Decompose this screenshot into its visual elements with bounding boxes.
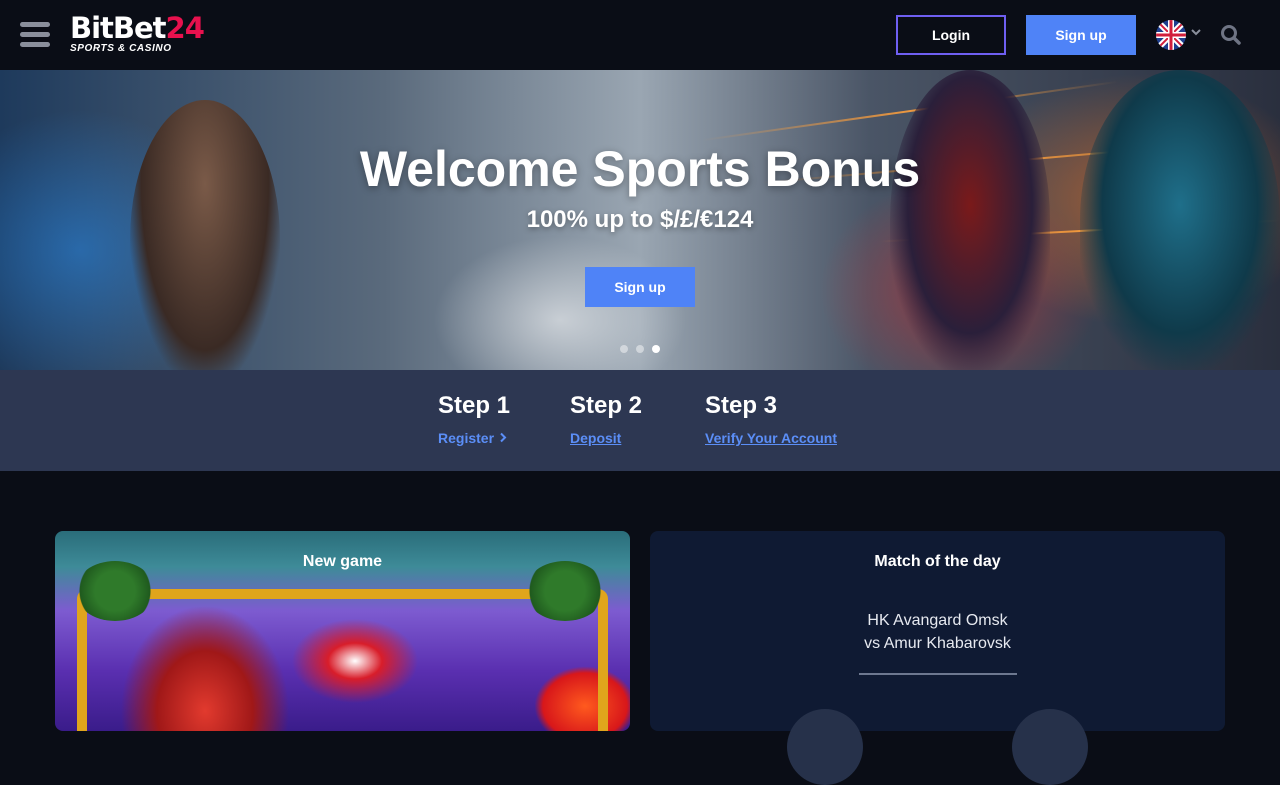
game-frame bbox=[77, 589, 608, 731]
card-title: New game bbox=[302, 553, 383, 570]
site-header: BitBet24 SPORTS & CASINO Login Sign up bbox=[0, 0, 1280, 70]
hero-title: Welcome Sports Bonus bbox=[359, 141, 921, 197]
chevron-right-icon bbox=[498, 430, 508, 446]
hamburger-menu-icon[interactable] bbox=[20, 22, 50, 48]
deposit-link[interactable]: Deposit bbox=[570, 430, 621, 446]
logo-wordmark: BitBet24 bbox=[70, 11, 205, 45]
hero-subtitle: 100% up to $/£/€124 bbox=[526, 206, 754, 233]
step-title: Step 3 bbox=[705, 392, 778, 419]
card-title: Match of the day bbox=[874, 553, 1001, 570]
site-logo[interactable]: BitBet24 SPORTS & CASINO bbox=[70, 14, 220, 58]
steps-bar: Step 1 Register Step 2 Deposit Step 3 Ve… bbox=[0, 370, 1280, 471]
step-2: Step 2 Deposit bbox=[570, 392, 642, 448]
login-button[interactable]: Login bbox=[896, 15, 1006, 55]
carousel-dot[interactable] bbox=[636, 345, 644, 353]
team-away-logo bbox=[1012, 709, 1088, 785]
match-of-the-day-card[interactable]: Match of the day HK Avangard Omsk vs Amu… bbox=[650, 531, 1225, 785]
team-away: vs Amur Khabarovsk bbox=[864, 635, 1011, 652]
signup-button[interactable]: Sign up bbox=[1026, 15, 1136, 55]
carousel-dot-active[interactable] bbox=[652, 345, 660, 353]
step-title: Step 2 bbox=[570, 392, 643, 419]
divider bbox=[859, 673, 1017, 675]
hero-banner: Welcome Sports Bonus 100% up to $/£/€124… bbox=[0, 70, 1280, 370]
step-link-label: Register bbox=[438, 430, 495, 446]
register-link[interactable]: Register bbox=[438, 430, 508, 446]
language-selector[interactable] bbox=[1156, 20, 1204, 50]
match-teams: HK Avangard Omsk vs Amur Khabarovsk bbox=[650, 609, 1225, 655]
chevron-down-icon bbox=[1190, 26, 1202, 41]
step-3: Step 3 Verify Your Account bbox=[705, 392, 837, 448]
verify-account-link[interactable]: Verify Your Account bbox=[705, 430, 837, 446]
uk-flag-icon bbox=[1156, 20, 1186, 50]
search-icon[interactable] bbox=[1220, 24, 1242, 46]
hero-signup-button[interactable]: Sign up bbox=[585, 267, 695, 307]
carousel-dots bbox=[620, 345, 660, 353]
new-game-card[interactable]: New game bbox=[55, 531, 630, 731]
team-home-logo bbox=[787, 709, 863, 785]
step-title: Step 1 bbox=[438, 392, 511, 419]
step-1: Step 1 Register bbox=[438, 392, 510, 448]
team-home: HK Avangard Omsk bbox=[867, 612, 1008, 629]
carousel-dot[interactable] bbox=[620, 345, 628, 353]
